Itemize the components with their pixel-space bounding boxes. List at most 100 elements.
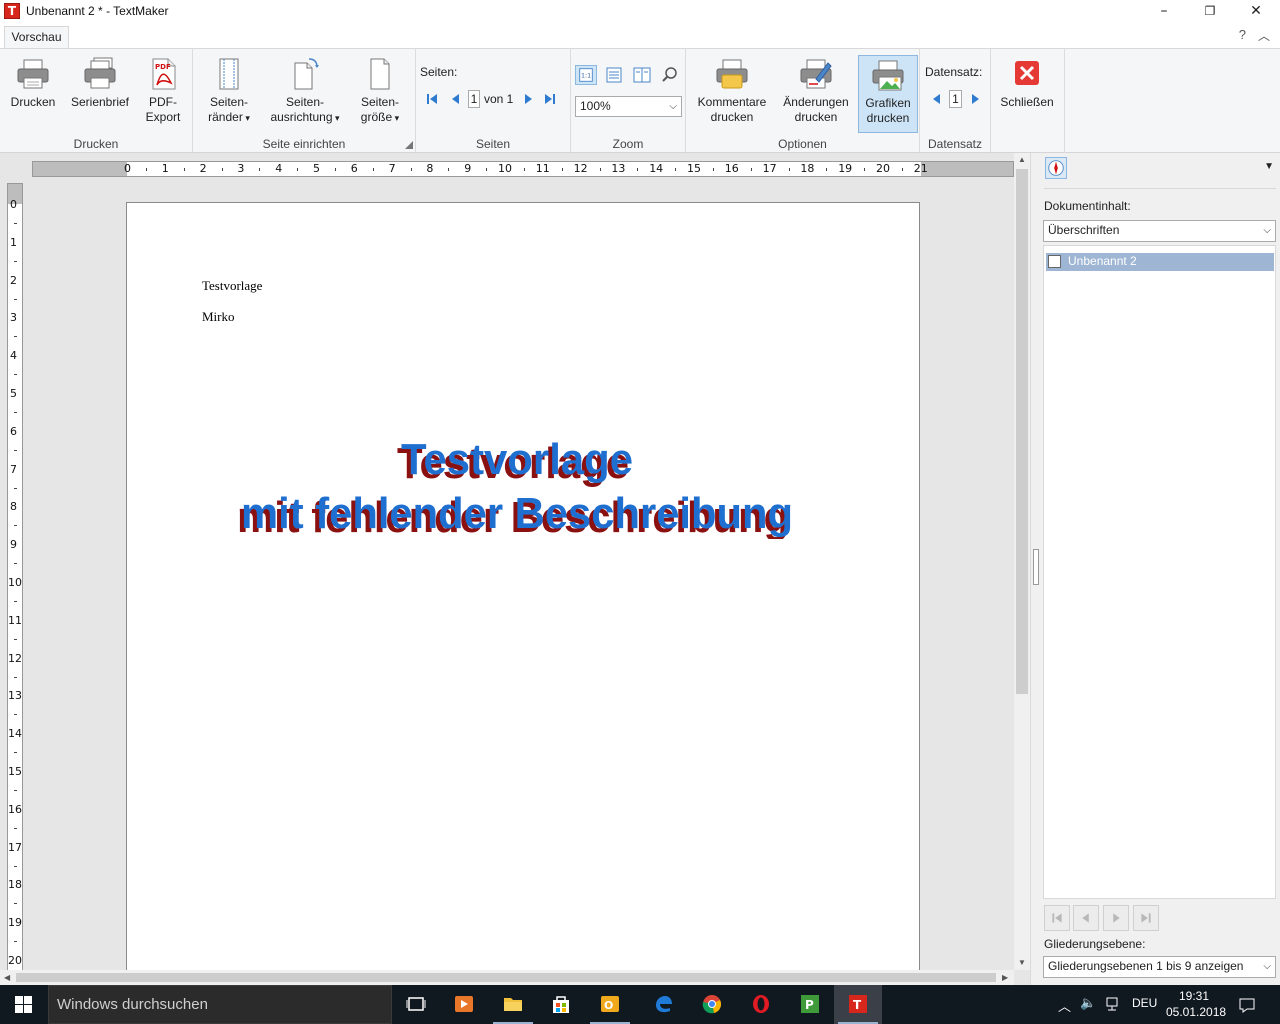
- outline-first-icon[interactable]: [1044, 905, 1070, 931]
- page-count-text: von 1: [484, 92, 514, 106]
- taskbar-store[interactable]: [537, 985, 585, 1024]
- compass-icon[interactable]: [1045, 157, 1067, 179]
- outline-item-checkbox[interactable]: [1048, 255, 1061, 268]
- help-button[interactable]: ?: [1239, 27, 1246, 42]
- scrollbar-thumb[interactable]: [16, 973, 996, 982]
- taskbar-edge[interactable]: [639, 985, 687, 1024]
- previous-page-icon[interactable]: [449, 91, 463, 107]
- record-number-input[interactable]: 1: [949, 90, 962, 108]
- first-page-icon[interactable]: [425, 91, 439, 107]
- ruler-tick: [372, 168, 374, 171]
- chevron-down-icon: ⌵: [669, 101, 677, 112]
- print-comments-icon: [716, 59, 748, 89]
- document-text-line[interactable]: Mirko: [202, 309, 235, 325]
- dialog-launcher-icon[interactable]: [405, 141, 413, 149]
- input-language-indicator[interactable]: DEU: [1132, 996, 1157, 1010]
- datensatz-label: Datensatz:: [925, 65, 983, 79]
- seitengroesse-label-2: größe: [360, 110, 393, 124]
- navigation-sidebar: ▼ Dokumentinhalt: Überschriften ⌵ Unbena…: [1040, 153, 1280, 985]
- outline-list[interactable]: Unbenannt 2: [1043, 245, 1276, 899]
- tray-chevron-up-icon[interactable]: ︿: [1058, 996, 1071, 1015]
- pdf-export-button[interactable]: PDF PDF- Export: [138, 55, 188, 133]
- ruler-tick: [297, 168, 299, 171]
- title-bar: T Unbenannt 2 * - TextMaker – ❐ ✕: [0, 0, 1280, 24]
- ruler-tick: [14, 525, 17, 527]
- page-number-input[interactable]: 1: [468, 90, 480, 108]
- ruler-tick: [334, 168, 336, 171]
- taskbar-search-input[interactable]: Windows durchsuchen: [48, 985, 392, 1024]
- pdf-label-1: PDF-: [149, 95, 177, 109]
- network-icon[interactable]: [1104, 996, 1120, 1012]
- taskbar-opera[interactable]: [737, 985, 785, 1024]
- group-label-seiten: Seiten: [475, 137, 511, 151]
- zoom-level-select[interactable]: 100% ⌵: [575, 96, 682, 117]
- panel-splitter[interactable]: [1030, 153, 1040, 985]
- outline-previous-icon[interactable]: [1073, 905, 1099, 931]
- chevron-down-icon[interactable]: ▼: [1264, 161, 1274, 172]
- seitenraender-label-1: Seiten-: [209, 95, 249, 109]
- horizontal-scrollbar[interactable]: ◀ ▶: [0, 970, 1014, 985]
- ruler-number: 17: [8, 840, 22, 854]
- wordart-graphic[interactable]: Testvorlage mit fehlender Beschreibung T…: [227, 429, 827, 539]
- scroll-up-icon[interactable]: ▲: [1018, 155, 1026, 164]
- outline-last-icon[interactable]: [1133, 905, 1159, 931]
- document-page[interactable]: Testvorlage Mirko Testvorlage mit fehlen…: [126, 202, 920, 992]
- taskbar-file-explorer[interactable]: [489, 985, 537, 1024]
- close-window-button[interactable]: ✕: [1233, 0, 1279, 24]
- maximize-button[interactable]: ❐: [1187, 0, 1233, 24]
- aenderungen-drucken-button[interactable]: Änderungen drucken: [778, 55, 854, 133]
- zoom-magnifier-icon[interactable]: [660, 65, 680, 85]
- serienbrief-button[interactable]: Serienbrief: [66, 55, 134, 133]
- group-label-optionen: Optionen: [778, 137, 827, 151]
- tab-vorschau[interactable]: Vorschau: [4, 26, 69, 50]
- taskbar-softmaker-office[interactable]: O: [586, 985, 634, 1024]
- taskbar-planmaker[interactable]: P: [786, 985, 834, 1024]
- ruler-number: 15: [8, 765, 22, 778]
- gliederungsebene-select[interactable]: Gliederungsebenen 1 bis 9 anzeigen ⌵: [1043, 956, 1276, 978]
- document-text-line[interactable]: Testvorlage: [202, 278, 262, 294]
- schliessen-button[interactable]: Schließen: [997, 55, 1057, 133]
- ruler-number: 20: [8, 954, 22, 967]
- dokumentinhalt-select[interactable]: Überschriften ⌵: [1043, 220, 1276, 242]
- taskbar-media-player[interactable]: [440, 985, 488, 1024]
- outline-item[interactable]: Unbenannt 2: [1046, 253, 1274, 271]
- notification-center-icon[interactable]: [1238, 996, 1256, 1014]
- textmaker-app-icon[interactable]: T: [4, 3, 20, 19]
- next-page-icon[interactable]: [521, 91, 535, 107]
- ruler-number: 0: [10, 198, 17, 211]
- zoom-page-width-icon[interactable]: [604, 65, 624, 85]
- volume-icon[interactable]: 🔈: [1080, 996, 1096, 1011]
- minimize-button[interactable]: –: [1141, 0, 1187, 24]
- ruler-number: 18: [8, 878, 22, 892]
- seitengroesse-button[interactable]: Seiten- größe ▾: [355, 55, 405, 133]
- kommentare-drucken-button[interactable]: Kommentare drucken: [694, 55, 770, 133]
- seitenraender-button[interactable]: Seiten- ränder ▾: [203, 55, 255, 133]
- ruler-tick: [14, 449, 17, 451]
- taskbar-clock[interactable]: 19:31 05.01.2018: [1166, 988, 1226, 1020]
- taskbar-textmaker[interactable]: T: [834, 985, 882, 1024]
- windows-start-icon[interactable]: [0, 985, 48, 1024]
- scroll-left-icon[interactable]: ◀: [4, 973, 10, 982]
- document-workspace[interactable]: 0 1 2 3 4 5 6 7 8 9 10 11 12 13 14 15 16 17 18 19 20 21 01234…: [0, 153, 1030, 992]
- next-record-icon[interactable]: [968, 91, 982, 107]
- taskbar-chrome[interactable]: [688, 985, 736, 1024]
- ruler-number: 4: [10, 349, 17, 363]
- zoom-1to1-icon[interactable]: 1:1: [575, 65, 597, 85]
- scrollbar-thumb[interactable]: [1016, 169, 1028, 694]
- grafiken-drucken-button[interactable]: Grafiken drucken: [858, 55, 918, 133]
- splitter-grip[interactable]: [1033, 549, 1039, 585]
- office-app-icon: O: [601, 996, 619, 1012]
- scroll-down-icon[interactable]: ▼: [1018, 958, 1026, 967]
- previous-record-icon[interactable]: [930, 91, 944, 107]
- task-view-button[interactable]: [392, 985, 440, 1024]
- scroll-right-icon[interactable]: ▶: [1002, 973, 1008, 982]
- vertical-scrollbar[interactable]: ▲ ▼: [1014, 153, 1030, 970]
- outline-next-icon[interactable]: [1103, 905, 1129, 931]
- chevron-down-icon: ▾: [242, 113, 250, 123]
- zoom-multipage-icon[interactable]: [632, 65, 652, 85]
- ruler-number: 7: [388, 162, 396, 175]
- collapse-ribbon-button[interactable]: ︿: [1258, 27, 1270, 44]
- seitenausrichtung-button[interactable]: Seiten- ausrichtung ▾: [263, 55, 347, 133]
- drucken-button[interactable]: Drucken: [6, 55, 60, 133]
- last-page-icon[interactable]: [543, 91, 557, 107]
